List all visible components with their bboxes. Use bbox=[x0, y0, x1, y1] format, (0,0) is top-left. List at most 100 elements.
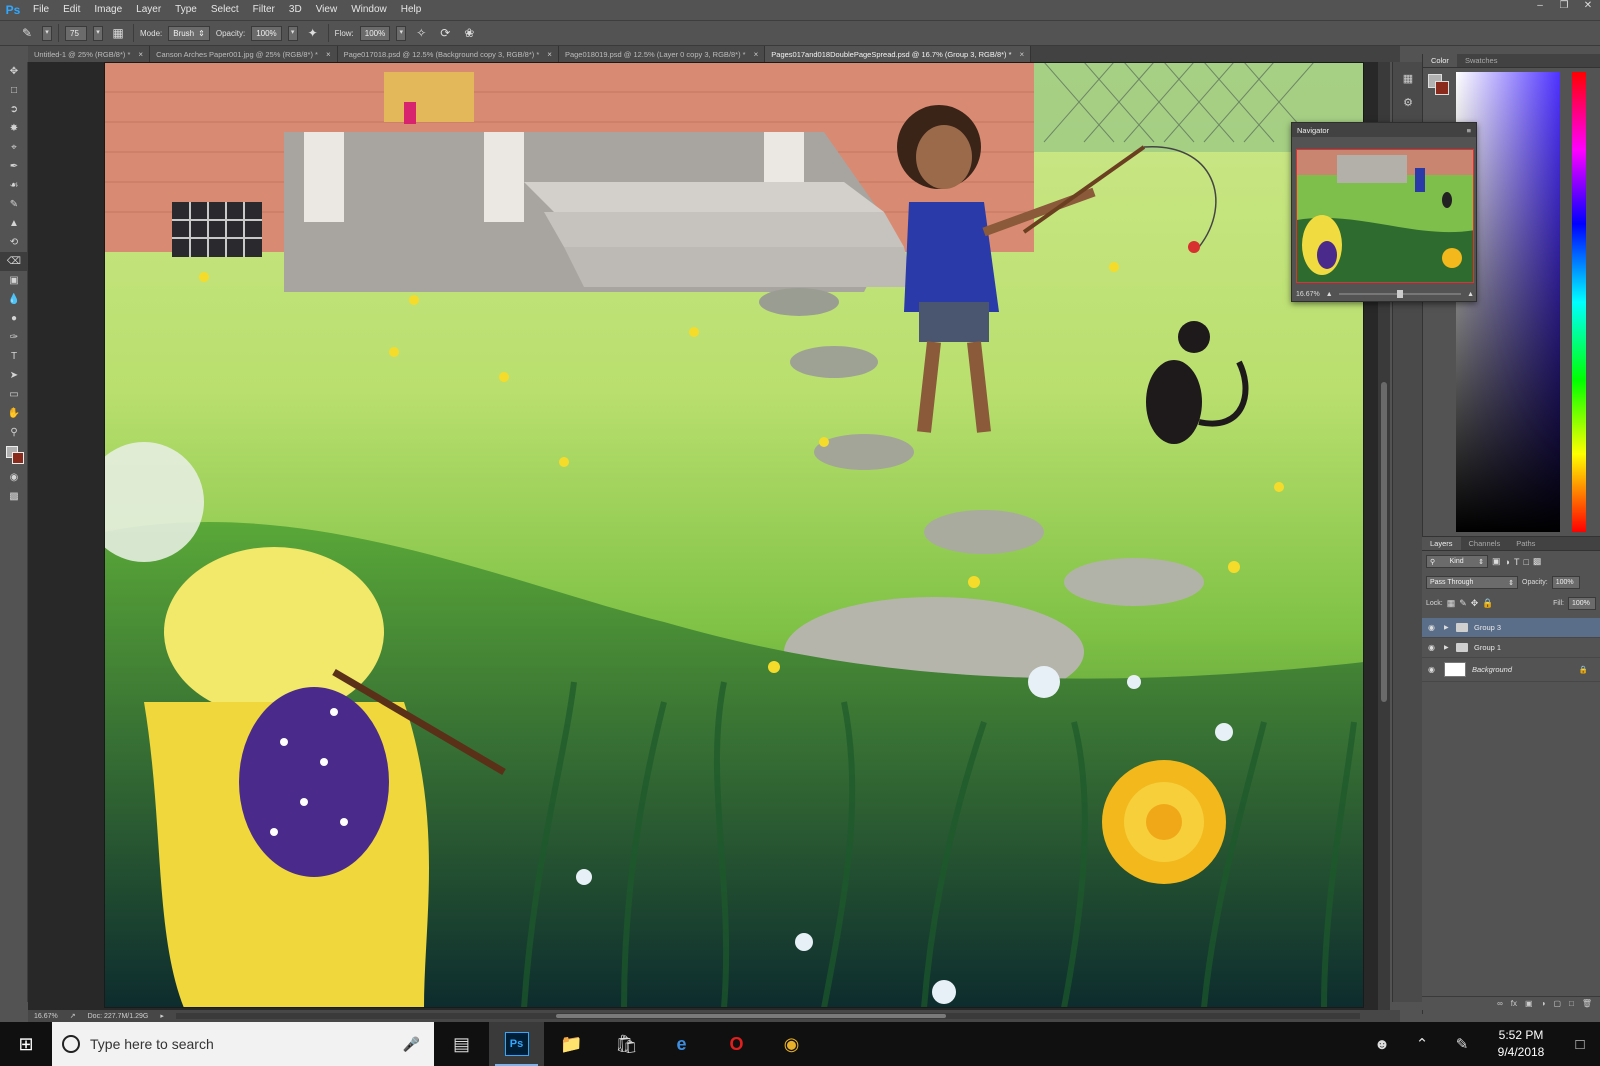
menu-filter[interactable]: Filter bbox=[246, 0, 282, 20]
layer-style-icon[interactable]: fx bbox=[1511, 999, 1517, 1008]
brush-size-picker[interactable]: 75 bbox=[65, 25, 87, 41]
move-tool-icon[interactable]: ✥ bbox=[0, 62, 28, 81]
navigator-preview[interactable] bbox=[1296, 149, 1474, 283]
filter-adjustment-icon[interactable]: ◑ bbox=[1505, 557, 1510, 567]
shape-tool-icon[interactable]: ▭ bbox=[0, 385, 28, 404]
layer-row-group-3[interactable]: ◉ ▶ Group 3 bbox=[1422, 618, 1600, 638]
scroll-thumb[interactable] bbox=[1381, 382, 1387, 702]
eraser-tool-preset-icon[interactable]: ✎ bbox=[18, 24, 36, 42]
layer-row-background[interactable]: ◉ Background 🔒 bbox=[1422, 658, 1600, 682]
expand-arrow-icon[interactable]: ▶ bbox=[1444, 644, 1450, 651]
doc-tab[interactable]: Untitled-1 @ 25% (RGB/8*) * × bbox=[28, 46, 151, 62]
clone-stamp-tool-icon[interactable]: ▲ bbox=[0, 214, 28, 233]
tab-paths[interactable]: Paths bbox=[1508, 537, 1543, 550]
healing-brush-tool-icon[interactable]: ☙ bbox=[0, 176, 28, 195]
filter-smart-icon[interactable]: ▩ bbox=[1533, 556, 1542, 567]
tool-preset-dropdown[interactable]: ▾ bbox=[42, 25, 52, 41]
brush-picker-dropdown[interactable]: ▾ bbox=[93, 25, 103, 41]
eyedropper-tool-icon[interactable]: ✒ bbox=[0, 157, 28, 176]
menu-edit[interactable]: Edit bbox=[56, 0, 87, 20]
blend-mode-select[interactable]: Pass Through ⇕ bbox=[1426, 576, 1518, 589]
gradient-tool-icon[interactable]: ▣ bbox=[0, 271, 28, 290]
tab-swatches[interactable]: Swatches bbox=[1457, 54, 1506, 67]
visibility-eye-icon[interactable]: ◉ bbox=[1428, 623, 1438, 632]
trash-icon[interactable]: 🗑 bbox=[1582, 999, 1592, 1008]
new-layer-icon[interactable]: □ bbox=[1569, 999, 1574, 1008]
artwork-canvas[interactable] bbox=[104, 62, 1364, 1008]
windows-start-button[interactable]: ⊞ bbox=[0, 1022, 52, 1066]
brush-tool-icon[interactable]: ✎ bbox=[0, 195, 28, 214]
background-color-swatch[interactable] bbox=[1435, 81, 1449, 95]
background-color-swatch[interactable] bbox=[12, 452, 24, 464]
airbrush-icon[interactable]: ✧ bbox=[412, 24, 430, 42]
status-menu-arrow-icon[interactable]: ▸ bbox=[160, 1012, 164, 1020]
menu-3d[interactable]: 3D bbox=[282, 0, 309, 20]
zoom-tool-icon[interactable]: ⚲ bbox=[0, 423, 28, 442]
doc-tab-active[interactable]: Pages017and018DoublePageSpread.psd @ 16.… bbox=[765, 46, 1032, 62]
lock-transparent-icon[interactable]: ▦ bbox=[1447, 598, 1456, 609]
link-layers-icon[interactable]: ∞ bbox=[1497, 999, 1503, 1008]
crop-tool-icon[interactable]: ⌖ bbox=[0, 138, 28, 157]
zoom-readout[interactable]: 16.67% bbox=[34, 1013, 58, 1020]
screen-mode-icon[interactable]: ▩ bbox=[0, 487, 28, 506]
close-tab-icon[interactable]: × bbox=[326, 50, 331, 59]
zoom-out-icon[interactable]: ▲ bbox=[1326, 291, 1333, 298]
pressure-opacity-icon[interactable]: ✦ bbox=[304, 24, 322, 42]
marquee-tool-icon[interactable]: □ bbox=[0, 81, 28, 100]
menu-select[interactable]: Select bbox=[204, 0, 246, 20]
lock-position-icon[interactable]: ✥ bbox=[1471, 598, 1479, 609]
hue-slider[interactable] bbox=[1572, 72, 1586, 532]
filter-pixel-icon[interactable]: ▣ bbox=[1492, 556, 1501, 567]
filter-type-icon[interactable]: T bbox=[1514, 557, 1520, 567]
properties-panel-icon[interactable]: ⚙ bbox=[1393, 90, 1423, 114]
slider-knob[interactable] bbox=[1397, 290, 1404, 298]
notification-center-icon[interactable]: □ bbox=[1560, 1036, 1600, 1053]
close-tab-icon[interactable]: × bbox=[1020, 50, 1025, 59]
add-mask-icon[interactable]: ▣ bbox=[1525, 999, 1533, 1008]
taskbar-chrome[interactable]: ◉ bbox=[764, 1022, 819, 1066]
lasso-tool-icon[interactable]: ➲ bbox=[0, 100, 28, 119]
restore-button[interactable]: ❐ bbox=[1552, 0, 1576, 14]
taskbar-opera[interactable]: O bbox=[709, 1022, 764, 1066]
history-brush-tool-icon[interactable]: ⟲ bbox=[0, 233, 28, 252]
doc-tab[interactable]: Canson Arches Paper001.jpg @ 25% (RGB/8*… bbox=[150, 46, 338, 62]
quick-select-tool-icon[interactable]: ✸ bbox=[0, 119, 28, 138]
blur-tool-icon[interactable]: 💧 bbox=[0, 290, 28, 309]
opacity-field[interactable]: 100% bbox=[251, 25, 282, 41]
menu-window[interactable]: Window bbox=[344, 0, 394, 20]
filter-shape-icon[interactable]: □ bbox=[1523, 557, 1528, 567]
new-group-icon[interactable]: ▢ bbox=[1553, 999, 1561, 1008]
close-tab-icon[interactable]: × bbox=[754, 50, 759, 59]
doc-tab[interactable]: Page017018.psd @ 12.5% (Background copy … bbox=[337, 46, 559, 62]
people-icon[interactable]: ☻ bbox=[1362, 1036, 1402, 1053]
lock-image-icon[interactable]: ✎ bbox=[1459, 598, 1467, 609]
mode-select[interactable]: Brush ⇕ bbox=[168, 25, 210, 41]
menu-view[interactable]: View bbox=[309, 0, 345, 20]
zoom-in-icon[interactable]: ▲ bbox=[1467, 291, 1474, 298]
expand-arrow-icon[interactable]: ▶ bbox=[1444, 624, 1450, 631]
taskbar-file-explorer[interactable]: 📁 bbox=[544, 1022, 599, 1066]
layer-row-group-1[interactable]: ◉ ▶ Group 1 bbox=[1422, 638, 1600, 658]
flow-slider-dropdown[interactable]: ▾ bbox=[396, 25, 407, 41]
taskbar-photoshop[interactable]: Ps bbox=[489, 1022, 544, 1066]
type-tool-icon[interactable]: T bbox=[0, 347, 28, 366]
adjustment-layer-icon[interactable]: ◑ bbox=[1541, 999, 1546, 1008]
pen-workspace-icon[interactable]: ✎ bbox=[1442, 1035, 1482, 1053]
horizontal-scrollbar[interactable] bbox=[175, 1013, 1360, 1019]
menu-file[interactable]: File bbox=[26, 0, 56, 20]
history-panel-icon[interactable]: ▦ bbox=[1393, 66, 1423, 90]
visibility-eye-icon[interactable]: ◉ bbox=[1428, 643, 1438, 652]
taskbar-edge[interactable]: e bbox=[654, 1022, 709, 1066]
hand-tool-icon[interactable]: ✋ bbox=[0, 404, 28, 423]
close-tab-icon[interactable]: × bbox=[547, 50, 552, 59]
scroll-thumb[interactable] bbox=[555, 1014, 946, 1018]
dodge-tool-icon[interactable]: ● bbox=[0, 309, 28, 328]
layer-opacity-field[interactable]: 100% bbox=[1551, 576, 1580, 589]
erase-to-history-icon[interactable]: ⟳ bbox=[436, 24, 454, 42]
visibility-eye-icon[interactable]: ◉ bbox=[1428, 665, 1438, 674]
eraser-tool-icon[interactable]: ⌫ bbox=[0, 252, 28, 271]
doc-tab[interactable]: Page018019.psd @ 12.5% (Layer 0 copy 3, … bbox=[558, 46, 766, 62]
chevron-up-icon[interactable]: ⌃ bbox=[1402, 1035, 1442, 1053]
close-tab-icon[interactable]: × bbox=[138, 50, 143, 59]
pressure-size-icon[interactable]: ❀ bbox=[460, 24, 478, 42]
